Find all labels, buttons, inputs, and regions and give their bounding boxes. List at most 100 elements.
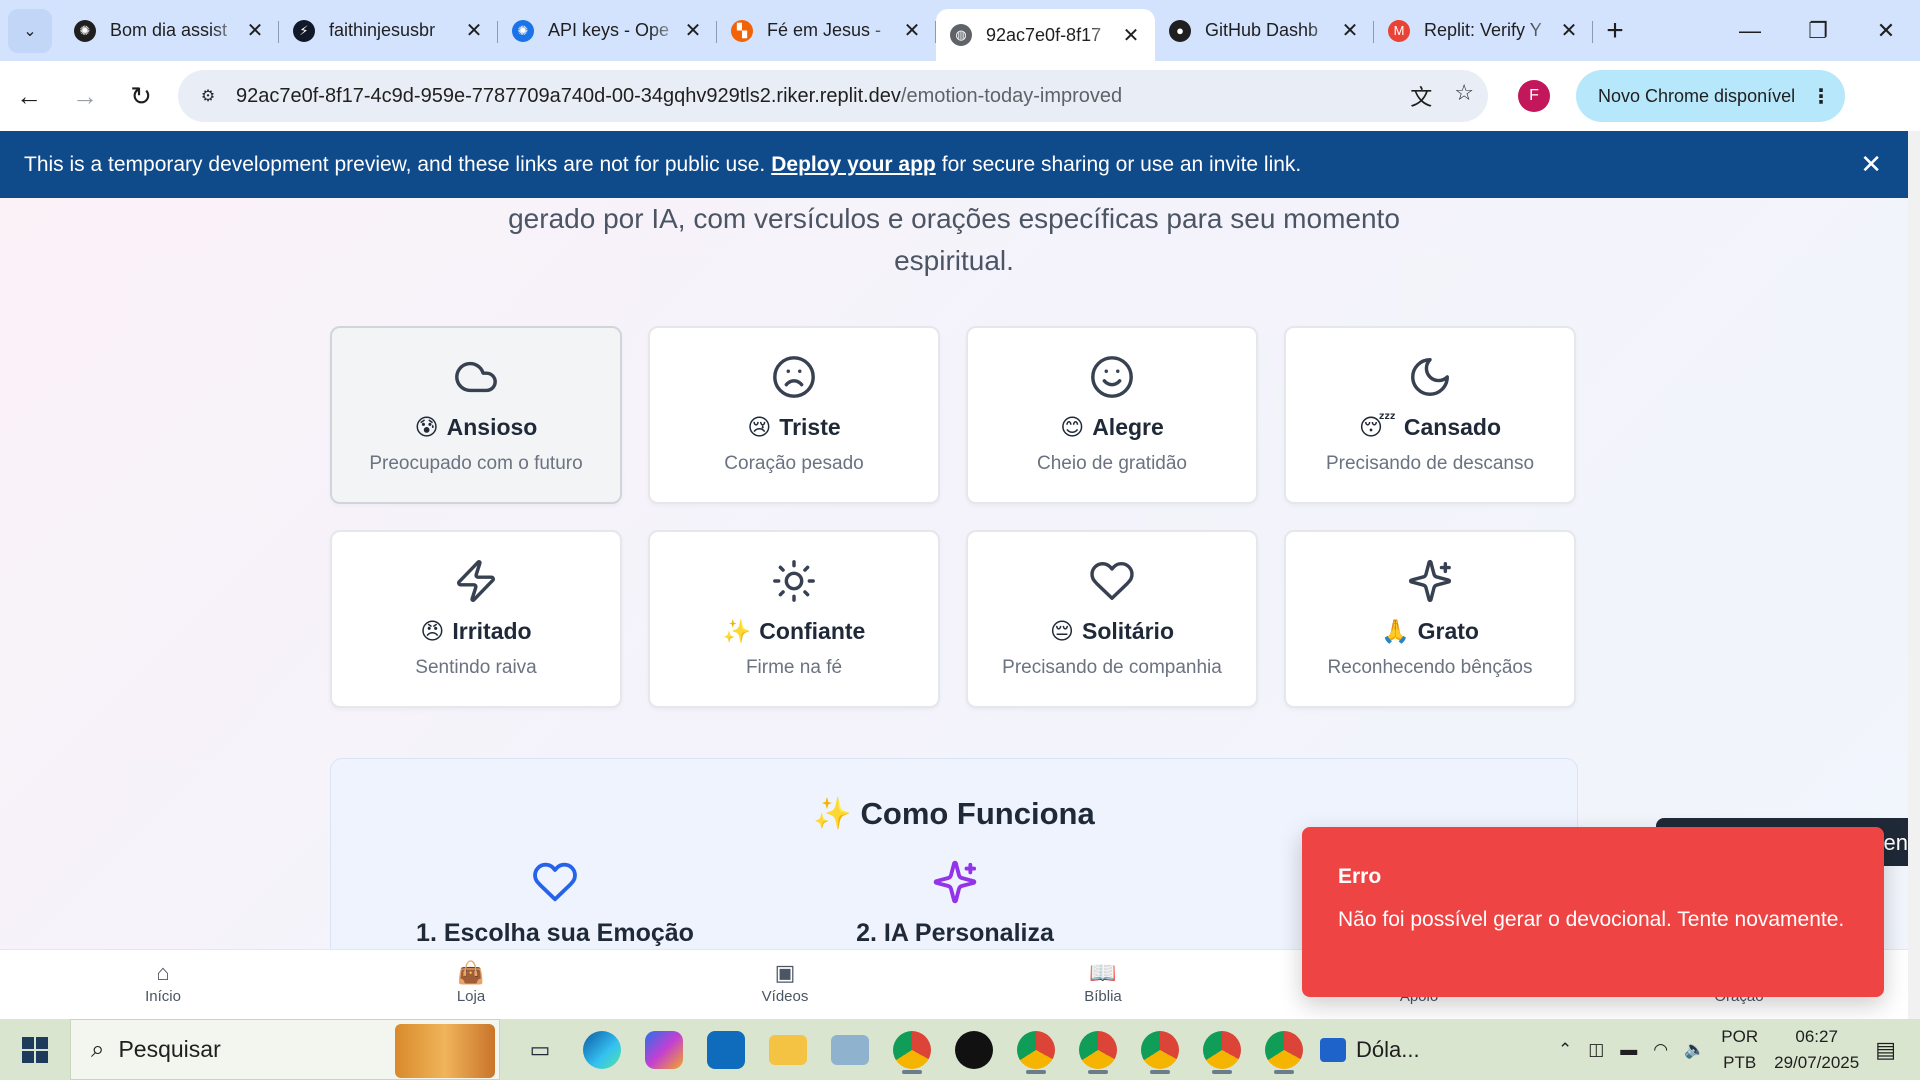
emotion-name: 😠 Irritado	[420, 618, 531, 645]
taskbar-search[interactable]: ⌕ Pesquisar	[70, 1019, 500, 1080]
chrome-update-button[interactable]: Novo Chrome disponível ⋮	[1576, 70, 1846, 122]
wifi-icon[interactable]: ◠	[1653, 1040, 1668, 1060]
browser-tab[interactable]: ● GitHub Dashb ✕	[1155, 9, 1374, 53]
start-button[interactable]	[0, 1036, 70, 1063]
new-tab-button[interactable]: +	[1593, 9, 1637, 53]
emotion-description: Reconhecendo bênçãos	[1327, 657, 1533, 678]
tab-search-button[interactable]: ⌄	[8, 8, 52, 53]
bookmark-star-icon[interactable]: ☆	[1454, 80, 1474, 112]
url-path: /emotion-today-improved	[900, 84, 1123, 107]
chrome-icon[interactable]	[1010, 1024, 1062, 1076]
close-tab-icon[interactable]: ✕	[464, 18, 484, 43]
language-indicator[interactable]: POR PTB	[1721, 1024, 1758, 1076]
browser-tab[interactable]: ✺ API keys - Ope ✕	[498, 9, 717, 53]
profile-avatar[interactable]: F	[1518, 80, 1550, 112]
browser-tab[interactable]: ⚡ faithinjesusbr ✕	[279, 9, 498, 53]
emotion-card-4[interactable]: 😠 Irritado Sentindo raiva	[330, 530, 622, 708]
chrome-update-label: Novo Chrome disponível	[1598, 85, 1796, 106]
emotion-label: Grato	[1417, 618, 1479, 644]
browser-tab[interactable]: ▚ Fé em Jesus - ✕	[717, 9, 936, 53]
currency-widget[interactable]: Dóla...	[1320, 1024, 1450, 1076]
notifications-icon[interactable]: ▤	[1875, 1037, 1896, 1063]
chrome-icon[interactable]	[1072, 1024, 1124, 1076]
browser-tab[interactable]: M Replit: Verify Y ✕	[1374, 9, 1593, 53]
close-tab-icon[interactable]: ✕	[1340, 18, 1360, 43]
emotion-emoji: ✨	[722, 618, 752, 644]
nav-label: Loja	[456, 988, 486, 1005]
nav-item-0[interactable]: ⌂ Início	[103, 960, 223, 1005]
outlook-icon[interactable]	[700, 1024, 752, 1076]
bolt-icon: ⚡	[293, 19, 315, 42]
reload-button[interactable]: ↻	[114, 69, 168, 123]
url-host: 92ac7e0f-8f17-4c9d-959e-7787709a740d-00-…	[236, 84, 901, 107]
reload-icon: ↻	[130, 80, 152, 111]
emotion-card-1[interactable]: 😢 Triste Coração pesado	[648, 326, 940, 504]
task-view-icon[interactable]: ▭	[514, 1024, 566, 1076]
language-line-2: PTB	[1723, 1052, 1757, 1072]
file-explorer-icon[interactable]	[762, 1024, 814, 1076]
emotion-label: Solitário	[1081, 618, 1174, 644]
browser-tab[interactable]: ✺ Bom dia assist ✕	[60, 9, 279, 53]
page-scrollbar[interactable]	[1908, 131, 1920, 1019]
emotion-card-5[interactable]: ✨ Confiante Firme na fé	[648, 530, 940, 708]
battery-icon[interactable]: ▬	[1620, 1040, 1637, 1060]
tab-title: API keys - Ope	[548, 20, 670, 40]
address-bar[interactable]: ⚙ 92ac7e0f-8f17-4c9d-959e-7787709a740d-0…	[178, 70, 1488, 122]
kebab-menu-icon[interactable]: ⋮	[1811, 84, 1831, 109]
browser-tab-strip: ⌄ ✺ Bom dia assist ✕ ⚡ faithinjesusbr ✕ ✺ API k…	[0, 0, 1920, 61]
clock-time: 06:27	[1795, 1026, 1838, 1046]
emotion-label: Triste	[779, 414, 841, 440]
meet-icon[interactable]: ◫	[1588, 1040, 1604, 1060]
sparkles-emoji: ✨	[813, 796, 852, 831]
emotion-card-0[interactable]: 😰 Ansioso Preocupado com o futuro	[330, 326, 622, 504]
emotion-emoji: 😢	[747, 414, 772, 440]
app-icon[interactable]	[824, 1024, 876, 1076]
globe-icon: ◍	[950, 24, 972, 46]
copilot-icon[interactable]	[638, 1024, 690, 1076]
back-button[interactable]: ←	[2, 69, 56, 123]
close-icon[interactable]: ✕	[1860, 149, 1882, 180]
emotion-name: 😊 Alegre	[1060, 414, 1164, 441]
tiktok-icon[interactable]	[948, 1024, 1000, 1076]
forward-button[interactable]: →	[58, 69, 112, 123]
intro-text: gerado por IA, com versículos e orações …	[0, 198, 1908, 282]
nav-item-1[interactable]: 👜 Loja	[411, 960, 531, 1005]
restore-button[interactable]: ❐	[1784, 0, 1852, 61]
clock[interactable]: 06:27 29/07/2025	[1774, 1024, 1859, 1076]
chrome-icon[interactable]	[1196, 1024, 1248, 1076]
shopping-bag-icon: 👜	[457, 960, 485, 985]
emotion-name: 🙏 Grato	[1381, 618, 1479, 645]
emotion-name: 😴 Cansado	[1359, 414, 1501, 441]
close-tab-icon[interactable]: ✕	[245, 18, 265, 43]
emotion-card-3[interactable]: 😴 Cansado Precisando de descanso	[1284, 326, 1576, 504]
tab-active[interactable]: ◍ 92ac7e0f-8f17 ✕	[936, 9, 1155, 61]
site-info-icon[interactable]: ⚙	[192, 80, 224, 112]
chrome-profile-icon[interactable]	[886, 1024, 938, 1076]
edge-icon[interactable]	[576, 1024, 628, 1076]
close-tab-icon[interactable]: ✕	[683, 18, 703, 43]
emotion-card-2[interactable]: 😊 Alegre Cheio de gratidão	[966, 326, 1258, 504]
emotion-card-7[interactable]: 🙏 Grato Reconhecendo bênçãos	[1284, 530, 1576, 708]
nav-item-3[interactable]: 📖 Bíblia	[1043, 960, 1163, 1005]
translate-icon[interactable]: 文	[1410, 80, 1432, 112]
chevron-up-icon[interactable]: ⌃	[1558, 1040, 1572, 1060]
step-2-label: 2. IA Personaliza	[856, 919, 1054, 947]
close-tab-icon[interactable]: ✕	[1121, 23, 1141, 48]
error-toast[interactable]: Erro Não foi possível gerar o devocional…	[1302, 827, 1884, 997]
side-tab-text: en	[1883, 830, 1908, 855]
emotion-label: Irritado	[452, 618, 532, 644]
close-tab-icon[interactable]: ✕	[902, 18, 922, 43]
arrow-left-icon: ←	[16, 80, 42, 111]
close-window-button[interactable]: ✕	[1852, 0, 1920, 61]
emotion-description: Precisando de descanso	[1325, 453, 1535, 474]
step-1-label: 1. Escolha sua Emoção	[416, 919, 694, 947]
chrome-icon[interactable]	[1134, 1024, 1186, 1076]
minimize-button[interactable]: —	[1716, 0, 1784, 61]
nav-label: Início	[145, 988, 181, 1005]
emotion-card-6[interactable]: 😔 Solitário Precisando de companhia	[966, 530, 1258, 708]
volume-icon[interactable]: 🔈	[1684, 1040, 1705, 1060]
deploy-app-link[interactable]: Deploy your app	[771, 153, 936, 177]
chrome-icon[interactable]	[1258, 1024, 1310, 1076]
nav-item-2[interactable]: ▣ Vídeos	[725, 960, 845, 1005]
close-tab-icon[interactable]: ✕	[1559, 18, 1579, 43]
